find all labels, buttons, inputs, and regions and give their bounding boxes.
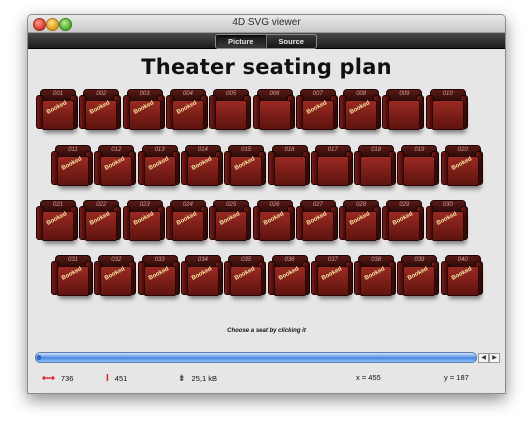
seat[interactable]: 024 Booked — [165, 200, 208, 241]
seat[interactable]: 003 Booked — [122, 89, 165, 130]
tab-picture[interactable]: Picture — [216, 35, 266, 48]
seat-cushion — [258, 100, 291, 130]
seat[interactable]: 019 — [397, 145, 440, 186]
width-value: 736 — [60, 374, 74, 383]
seat[interactable]: 009 — [382, 89, 425, 130]
seat[interactable]: 032 Booked — [94, 255, 137, 296]
tab-source[interactable]: Source — [265, 35, 317, 48]
seat[interactable]: 021 Booked — [36, 200, 78, 241]
status-bar: ⟷ 736 I 451 ⇟ 25,1 kB x = 455 y = 187 — [28, 364, 505, 392]
height-value: 451 — [114, 374, 128, 383]
seat[interactable]: 010 — [425, 89, 468, 130]
scroll-left-arrow-icon[interactable]: ◀ — [478, 353, 489, 363]
seat[interactable]: 025 Booked — [209, 200, 252, 241]
seat[interactable]: 038 Booked — [354, 255, 397, 296]
file-size-icon: ⇟ — [178, 373, 186, 383]
seat[interactable]: 002 Booked — [79, 89, 122, 130]
seat-cushion — [431, 100, 464, 130]
window-title: 4D SVG viewer — [232, 17, 301, 28]
seat[interactable]: 036 Booked — [267, 255, 310, 296]
seat[interactable]: 026 Booked — [252, 200, 295, 241]
seat-cushion — [360, 156, 393, 186]
width-icon: ⟷ — [42, 373, 55, 383]
seat[interactable]: 028 Booked — [339, 200, 382, 241]
height-readout: I 451 — [106, 373, 127, 384]
plan-title: Theater seating plan — [141, 55, 392, 79]
seat[interactable]: 005 — [209, 89, 252, 130]
seat[interactable]: 014 Booked — [180, 145, 223, 186]
seat[interactable]: 017 — [310, 145, 353, 186]
seat[interactable]: 031 Booked — [51, 255, 93, 296]
seat-cushion — [403, 156, 436, 186]
seat[interactable]: 023 Booked — [122, 200, 165, 241]
seat-cushion — [388, 100, 421, 130]
seat[interactable]: 015 Booked — [224, 145, 267, 186]
scrollbar-thumb[interactable] — [37, 355, 41, 360]
seat[interactable]: 016 — [267, 145, 310, 186]
seat[interactable]: 004 Booked — [165, 89, 208, 130]
size-value: 25,1 kB — [191, 374, 217, 383]
seat[interactable]: 030 Booked — [425, 200, 468, 241]
seat[interactable]: 022 Booked — [79, 200, 122, 241]
seat[interactable]: 001 Booked — [36, 89, 78, 130]
horizontal-scrollbar[interactable] — [35, 352, 477, 363]
toolbar: Picture Source — [28, 33, 505, 49]
seat-cushion — [215, 100, 248, 130]
size-readout: ⇟ 25,1 kB — [178, 373, 217, 384]
seat[interactable]: 033 Booked — [137, 255, 180, 296]
height-icon: I — [106, 373, 109, 384]
seat[interactable]: 040 Booked — [440, 255, 483, 296]
seat[interactable]: 037 Booked — [310, 255, 353, 296]
seat[interactable]: 011 Booked — [51, 145, 93, 186]
width-readout: ⟷ 736 — [42, 373, 73, 384]
seat[interactable]: 039 Booked — [397, 255, 440, 296]
cursor-x-readout: x = 455 — [356, 373, 381, 382]
seat[interactable]: 018 — [354, 145, 397, 186]
seat[interactable]: 007 Booked — [295, 89, 338, 130]
title-bar: 4D SVG viewer — [28, 15, 505, 33]
seat[interactable]: 012 Booked — [94, 145, 137, 186]
cursor-y-readout: y = 187 — [444, 373, 469, 382]
cursor-y-value: y = 187 — [444, 373, 469, 382]
seat[interactable]: 013 Booked — [137, 145, 180, 186]
view-mode-tabs: Picture Source — [215, 34, 317, 49]
seat-cushion — [316, 156, 349, 186]
cursor-x-value: x = 455 — [356, 373, 381, 382]
hint-text: Choose a seat by clicking it — [227, 328, 306, 334]
seat[interactable]: 029 Booked — [382, 200, 425, 241]
seat[interactable]: 027 Booked — [295, 200, 338, 241]
seat[interactable]: 034 Booked — [180, 255, 223, 296]
viewer-window: 4D SVG viewer Picture Source Theater sea… — [27, 14, 506, 394]
seat[interactable]: 035 Booked — [224, 255, 267, 296]
seat[interactable]: 020 Booked — [440, 145, 483, 186]
svg-canvas[interactable]: Theater seating plan Choose a seat by cl… — [28, 49, 505, 349]
seat[interactable]: 008 Booked — [339, 89, 382, 130]
seat[interactable]: 006 — [252, 89, 295, 130]
seat-cushion — [273, 156, 306, 186]
scroll-right-arrow-icon[interactable]: ▶ — [489, 353, 500, 363]
